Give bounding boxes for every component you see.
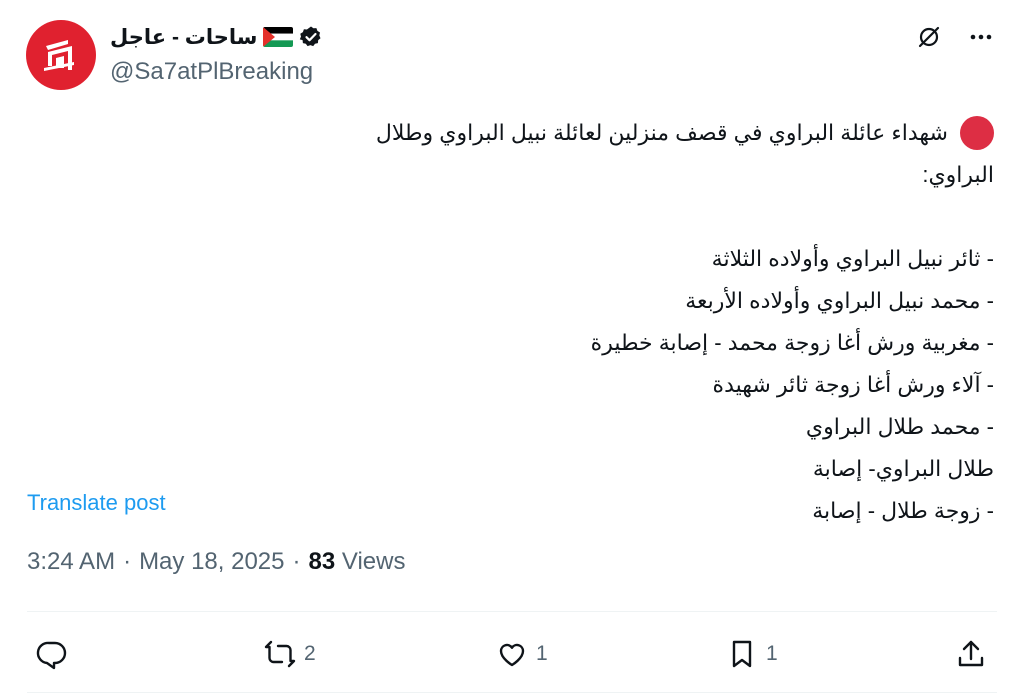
post-text: شهداء عائلة البراوي في قصف منزلين لعائلة… [234,112,994,532]
views-count: 83 [308,548,336,575]
divider [27,692,997,693]
grok-icon[interactable] [916,24,942,50]
post-time[interactable]: 3:24 AM [27,548,115,576]
share-icon [958,640,984,667]
red-circle-icon [960,116,994,150]
share-button[interactable] [955,632,987,676]
reply-button[interactable] [36,632,76,676]
post-line-blank [234,196,994,238]
post-meta: 3:24 AM · May 18, 2025 · 83 Views [27,548,405,576]
repost-button[interactable]: 2 [264,632,316,676]
repost-icon [264,640,296,668]
brand-logo-icon [44,40,74,71]
bookmark-icon [732,640,752,668]
post-line: البراوي: [922,162,994,187]
post-line: طلال البراوي- إصابة [812,456,994,481]
heart-icon [499,643,525,667]
meta-separator: · [123,548,132,575]
bookmark-button[interactable]: 1 [726,632,778,676]
reply-icon [36,641,67,670]
post-line: - مغربية ورش أغا زوجة محمد - إصابة خطيرة [590,330,994,355]
like-button[interactable]: 1 [496,632,548,676]
translate-post-link[interactable]: Translate post [27,490,166,516]
action-bar: 2 1 1 [0,632,1024,676]
author-display-name[interactable]: ساحات - عاجل [110,25,257,50]
post-line: - آلاء ورش أغا زوجة ثائر شهيدة [712,372,994,397]
post-line-text: شهداء عائلة البراوي في قصف منزلين لعائلة… [375,120,948,145]
like-count: 1 [536,642,548,665]
views-label: Views [341,548,406,575]
avatar[interactable] [26,20,96,90]
bookmark-count: 1 [766,642,778,665]
post-line: - محمد طلال البراوي [805,414,994,439]
verified-badge-icon [300,26,321,47]
post-line: - محمد نبيل البراوي وأولاده الأربعة [685,288,994,313]
post-line: شهداء عائلة البراوي في قصف منزلين لعائلة… [234,112,994,154]
palestine-flag-icon [263,27,294,47]
repost-count: 2 [304,642,316,665]
post-date[interactable]: May 18, 2025 [139,548,284,576]
author-handle[interactable]: @Sa7atPlBreaking [110,58,313,86]
post-line: - ثائر نبيل البراوي وأولاده الثلاثة [711,246,994,271]
author-name-row[interactable]: ساحات - عاجل [110,22,323,52]
divider [27,611,997,612]
meta-separator: · [292,548,301,575]
more-options-icon[interactable] [968,24,994,50]
post-line: - زوجة طلال - إصابة [812,498,994,523]
